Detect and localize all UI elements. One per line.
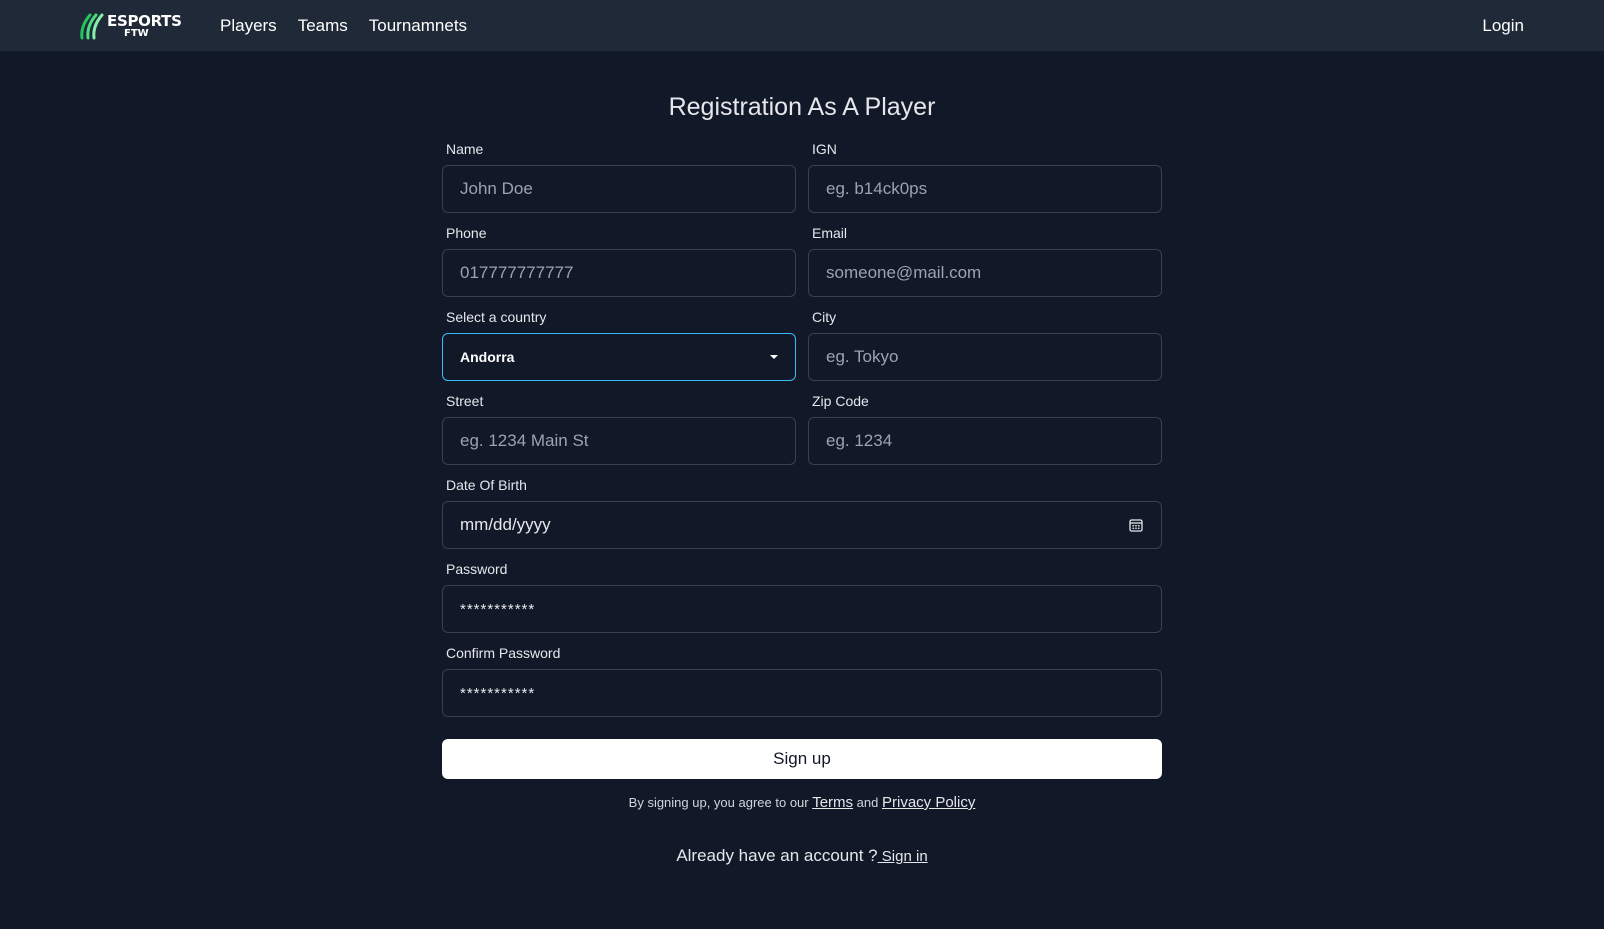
password-input[interactable]: ***********	[442, 585, 1162, 633]
phone-input[interactable]	[442, 249, 796, 297]
ign-input[interactable]	[808, 165, 1162, 213]
zip-label: Zip Code	[812, 393, 869, 409]
street-label: Street	[446, 393, 484, 409]
country-select-value: Andorra	[460, 349, 515, 365]
dob-field-group: Date Of Birth mm/dd/yyyy	[442, 475, 1162, 549]
nav-tournaments[interactable]: Tournamnets	[369, 16, 467, 36]
confirm-password-label: Confirm Password	[446, 645, 561, 661]
terms-notice: By signing up, you agree to our Terms an…	[442, 793, 1162, 813]
street-field-group: Street	[442, 391, 796, 475]
name-label: Name	[446, 141, 484, 157]
registration-form: Registration As A Player Name IGN Phone …	[442, 88, 1162, 869]
signin-link[interactable]: Sign in	[878, 848, 928, 865]
esports-ftw-logo[interactable]: ESPORTS FTW	[79, 11, 182, 41]
logo-text: ESPORTS FTW	[107, 14, 182, 39]
top-navbar: ESPORTS FTW Players Teams Tournamnets Lo…	[0, 0, 1604, 51]
dob-input[interactable]: mm/dd/yyyy	[442, 501, 1162, 549]
page-title: Registration As A Player	[668, 93, 936, 121]
name-input[interactable]	[442, 165, 796, 213]
email-input[interactable]	[808, 249, 1162, 297]
form-row-country-city: Select a country Andorra City	[442, 307, 1162, 391]
ign-label: IGN	[812, 141, 837, 157]
form-row-phone-email: Phone Email	[442, 223, 1162, 307]
nav-links: Players Teams Tournamnets	[220, 0, 488, 51]
logo-sub: FTW	[124, 28, 149, 39]
street-input[interactable]	[442, 417, 796, 465]
form-row-name-ign: Name IGN	[442, 139, 1162, 223]
login-link[interactable]: Login	[1482, 0, 1524, 51]
form-row-street-zip: Street Zip Code	[442, 391, 1162, 475]
zip-field-group: Zip Code	[808, 391, 1162, 475]
phone-field-group: Phone	[442, 223, 796, 307]
password-label: Password	[446, 561, 508, 577]
logo-stripes-icon	[80, 13, 104, 40]
signin-prefix: Already have an account ?	[676, 846, 878, 865]
terms-prefix: By signing up, you agree to our	[628, 795, 813, 810]
terms-middle: and	[853, 795, 882, 810]
signup-button[interactable]: Sign up	[442, 739, 1162, 779]
ign-field-group: IGN	[808, 139, 1162, 223]
chevron-down-icon	[770, 355, 778, 359]
city-input[interactable]	[808, 333, 1162, 381]
city-field-group: City	[808, 307, 1162, 391]
password-value: ***********	[460, 600, 536, 618]
country-field-group: Select a country Andorra	[442, 307, 796, 391]
city-label: City	[812, 309, 837, 325]
password-field-group: Password ***********	[442, 559, 1162, 633]
confirm-password-field-group: Confirm Password ***********	[442, 643, 1162, 717]
country-select[interactable]: Andorra	[442, 333, 796, 381]
confirm-password-input[interactable]: ***********	[442, 669, 1162, 717]
privacy-policy-link[interactable]: Privacy Policy	[882, 794, 975, 811]
confirm-password-value: ***********	[460, 684, 536, 702]
email-field-group: Email	[808, 223, 1162, 307]
logo-name: ESPORTS	[107, 12, 182, 30]
nav-teams[interactable]: Teams	[298, 16, 348, 36]
dob-label: Date Of Birth	[446, 477, 527, 493]
email-label: Email	[812, 225, 848, 241]
phone-label: Phone	[446, 225, 487, 241]
name-field-group: Name	[442, 139, 796, 223]
terms-link[interactable]: Terms	[812, 794, 853, 811]
nav-players[interactable]: Players	[220, 16, 277, 36]
country-label: Select a country	[446, 309, 547, 325]
signin-prompt: Already have an account ? Sign in	[442, 844, 1162, 869]
calendar-icon[interactable]	[1128, 517, 1144, 533]
zip-input[interactable]	[808, 417, 1162, 465]
dob-value: mm/dd/yyyy	[460, 515, 551, 534]
